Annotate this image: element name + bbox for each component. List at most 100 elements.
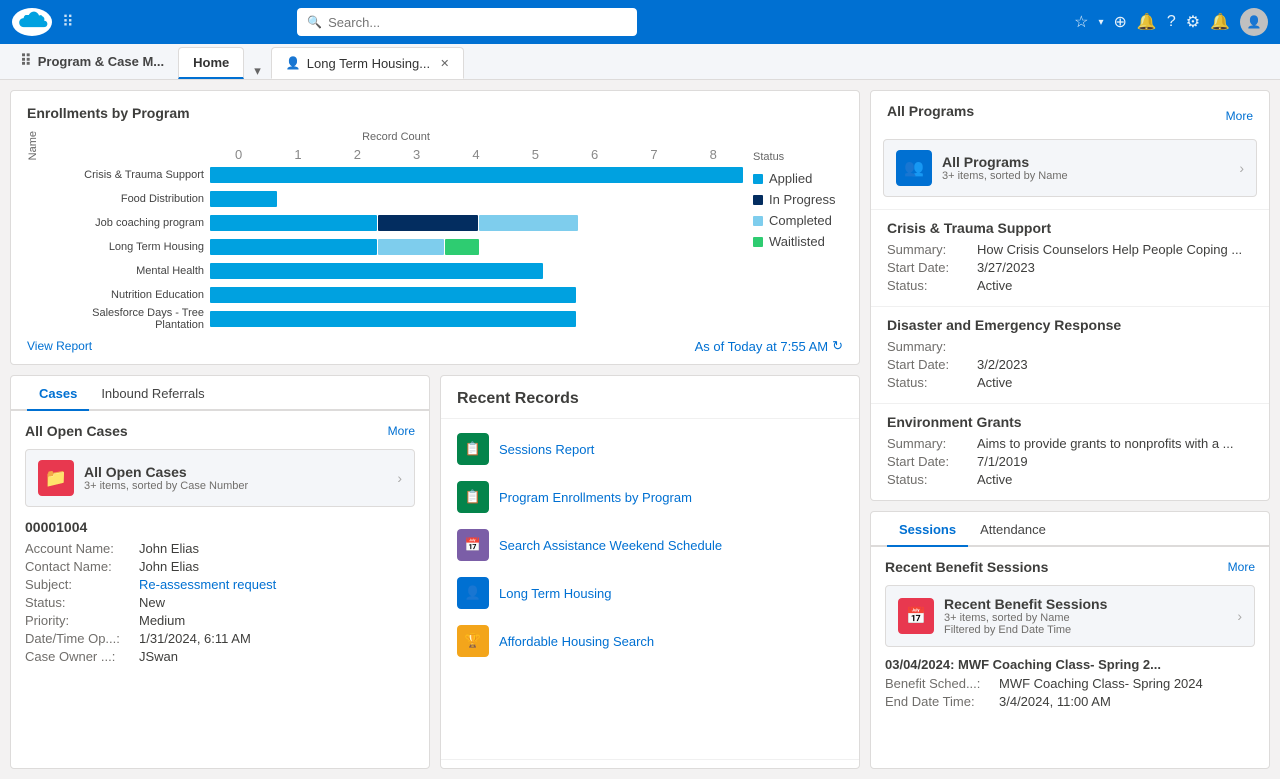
programs-more-link[interactable]: More — [1226, 109, 1253, 123]
program-status-label: Status: — [887, 278, 977, 293]
all-cases-button[interactable]: 📁 All Open Cases 3+ items, sorted by Cas… — [25, 449, 415, 507]
benefit-sched-value: MWF Coaching Class- Spring 2024 — [999, 676, 1203, 691]
tab-long-term[interactable]: 👤 Long Term Housing... ✕ — [271, 47, 465, 79]
tab-bar: ⠿ Program & Case M... Home ▾ 👤 Long Term… — [0, 44, 1280, 80]
tab-cases[interactable]: Cases — [27, 376, 89, 411]
as-of-text: As of Today at 7:55 AM ↻ — [695, 338, 843, 354]
program-summary-row: Summary: Aims to provide grants to nonpr… — [887, 436, 1253, 451]
tab-sessions[interactable]: Sessions — [887, 512, 968, 547]
bar-applied — [210, 191, 277, 207]
record-link[interactable]: Program Enrollments by Program — [499, 490, 692, 505]
status-value: New — [139, 595, 165, 610]
program-start-label: Start Date: — [887, 260, 977, 275]
end-date-label: End Date Time: — [885, 694, 995, 709]
datetime-label: Date/Time Op...: — [25, 631, 135, 646]
tab-home[interactable]: Home — [178, 47, 244, 79]
cases-more-link[interactable]: More — [388, 424, 415, 438]
add-icon[interactable]: ⊕ — [1114, 12, 1127, 32]
star-icon[interactable]: ☆ — [1074, 12, 1088, 32]
recent-records-card: Recent Records 📋 Sessions Report 📋 Progr… — [440, 375, 860, 769]
record-item[interactable]: 🏆 Affordable Housing Search — [441, 617, 859, 665]
program-status-value: Active — [977, 375, 1012, 390]
program-section-name: Disaster and Emergency Response — [887, 317, 1253, 333]
tab-attendance[interactable]: Attendance — [968, 512, 1058, 547]
benefit-btn-sub: 3+ items, sorted by Name — [944, 612, 1237, 624]
chart-row-bars — [210, 191, 743, 207]
search-icon: 🔍 — [307, 15, 322, 29]
record-item[interactable]: 📅 Search Assistance Weekend Schedule — [441, 521, 859, 569]
bell-wave-icon[interactable]: 🔔 — [1137, 12, 1157, 32]
notification-icon[interactable]: 🔔 — [1210, 12, 1230, 32]
legend-waitlisted: Waitlisted — [753, 234, 843, 249]
cases-card: Cases Inbound Referrals All Open Cases M… — [10, 375, 430, 769]
record-item[interactable]: 📋 Program Enrollments by Program — [441, 473, 859, 521]
recent-benefit-button[interactable]: 📅 Recent Benefit Sessions 3+ items, sort… — [885, 585, 1255, 647]
program-section-name: Crisis & Trauma Support — [887, 220, 1253, 236]
sessions-card: Sessions Attendance Recent Benefit Sessi… — [870, 511, 1270, 769]
star-dropdown-icon[interactable]: ▾ — [1098, 17, 1103, 28]
tab-inbound-referrals[interactable]: Inbound Referrals — [89, 376, 216, 411]
program-start-label: Start Date: — [887, 357, 977, 372]
benefit-info: Recent Benefit Sessions 3+ items, sorted… — [934, 596, 1237, 636]
case-id[interactable]: 00001004 — [25, 519, 415, 535]
search-input[interactable] — [328, 15, 627, 30]
benefit-section-title: Recent Benefit Sessions — [885, 559, 1048, 575]
program-summary-row: Summary: — [887, 339, 1253, 354]
record-link[interactable]: Search Assistance Weekend Schedule — [499, 538, 722, 553]
legend-applied: Applied — [753, 171, 843, 186]
priority-row: Priority: Medium — [25, 613, 415, 628]
program-status-value: Active — [977, 278, 1012, 293]
bar-waitlisted — [445, 239, 478, 255]
bar-completed — [378, 239, 445, 255]
record-item[interactable]: 👤 Long Term Housing — [441, 569, 859, 617]
avatar[interactable]: 👤 — [1240, 8, 1268, 36]
tab-close-icon[interactable]: ✕ — [440, 57, 449, 70]
right-section: All Programs More 👥 All Programs 3+ item… — [870, 90, 1270, 769]
chart-container: Record Count 0 1 2 3 4 5 6 7 8 Crisis & … — [49, 131, 743, 330]
enrollments-chart-card: Enrollments by Program Name Record Count… — [10, 90, 860, 365]
view-all-link[interactable]: View All — [441, 759, 859, 769]
bar-completed — [479, 215, 579, 231]
grid-icon[interactable]: ⠿ — [20, 51, 32, 71]
priority-label: Priority: — [25, 613, 135, 628]
program-section: Environment Grants Summary: Aims to prov… — [871, 403, 1269, 500]
chart-row-label: Long Term Housing — [49, 241, 204, 253]
salesforce-logo[interactable] — [12, 8, 52, 36]
legend-waitlisted-dot — [753, 237, 763, 247]
programs-title: All Programs — [887, 103, 974, 119]
legend-status-label: Status — [753, 151, 843, 163]
record-item[interactable]: 📋 Sessions Report — [441, 425, 859, 473]
refresh-icon[interactable]: ↻ — [832, 338, 843, 354]
account-value: John Elias — [139, 541, 199, 556]
datetime-row: Date/Time Op...: 1/31/2024, 6:11 AM — [25, 631, 415, 646]
help-icon[interactable]: ? — [1167, 13, 1176, 31]
bar-inprogress — [378, 215, 478, 231]
subject-link[interactable]: Re-assessment request — [139, 577, 276, 592]
all-programs-button[interactable]: 👥 All Programs 3+ items, sorted by Name … — [883, 139, 1257, 197]
recent-records-title: Recent Records — [441, 376, 859, 419]
search-bar[interactable]: 🔍 — [297, 8, 637, 36]
legend-completed: Completed — [753, 213, 843, 228]
programs-btn-name: All Programs — [942, 154, 1239, 170]
program-start-value: 7/1/2019 — [977, 454, 1028, 469]
end-date-value: 3/4/2024, 11:00 AM — [999, 694, 1111, 709]
settings-icon[interactable]: ⚙ — [1186, 12, 1200, 32]
legend-inprogress-label: In Progress — [769, 192, 835, 207]
program-start-row: Start Date: 3/27/2023 — [887, 260, 1253, 275]
chart-legend: Status Applied In Progress Completed — [753, 131, 843, 249]
benefit-chevron-icon: › — [1237, 608, 1242, 624]
record-link[interactable]: Long Term Housing — [499, 586, 612, 601]
sessions-more-link[interactable]: More — [1228, 560, 1255, 574]
record-link[interactable]: Sessions Report — [499, 442, 594, 457]
owner-label: Case Owner ...: — [25, 649, 135, 664]
tab-overflow-icon[interactable]: ▾ — [246, 63, 269, 79]
nav-icons: ☆ ▾ ⊕ 🔔 ? ⚙ 🔔 👤 — [1074, 8, 1268, 36]
record-link[interactable]: Affordable Housing Search — [499, 634, 654, 649]
legend-completed-label: Completed — [769, 213, 832, 228]
sessions-tab-row: Sessions Attendance — [871, 512, 1269, 547]
view-report-link[interactable]: View Report — [27, 339, 92, 353]
legend-applied-label: Applied — [769, 171, 812, 186]
legend-inprogress-dot — [753, 195, 763, 205]
program-section: Disaster and Emergency Response Summary:… — [871, 306, 1269, 403]
program-summary-label: Summary: — [887, 339, 977, 354]
